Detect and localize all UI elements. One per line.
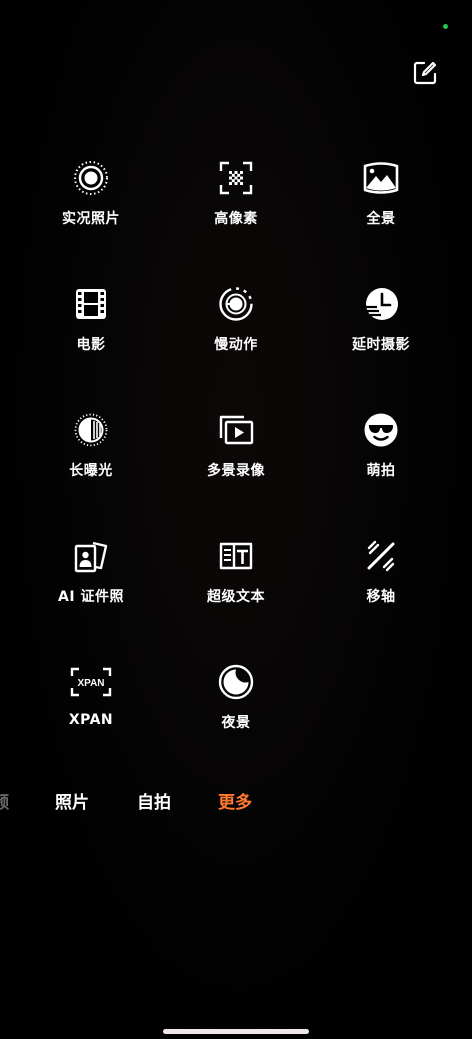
mode-xpan[interactable]: XPAN XPAN: [16, 662, 166, 762]
mode-label: XPAN: [68, 712, 114, 728]
high-resolution-icon: [216, 158, 256, 198]
mode-night[interactable]: 夜景: [161, 662, 311, 762]
night-mode-icon: [216, 662, 256, 702]
xpan-icon: XPAN: [69, 662, 113, 702]
mode-panorama[interactable]: 全景: [306, 158, 456, 258]
tab-photo[interactable]: 照片: [55, 788, 89, 813]
document-text-icon: [216, 536, 256, 576]
mode-label: 夜景: [221, 715, 251, 731]
home-indicator[interactable]: [163, 1029, 309, 1034]
mode-live-photo[interactable]: 实况照片: [16, 158, 166, 258]
camera-mode-tabs: 频 照片 自拍 更多: [0, 788, 472, 818]
mode-movie[interactable]: 电影: [16, 284, 166, 384]
mode-label: AI 证件照: [58, 589, 124, 605]
mode-long-exposure[interactable]: 长曝光: [16, 410, 166, 510]
mode-label: 萌拍: [366, 463, 396, 479]
tab-more[interactable]: 更多: [218, 788, 252, 813]
privacy-indicator-dot: [443, 24, 448, 29]
mode-multi-view[interactable]: 多景录像: [161, 410, 311, 510]
tab-selfie[interactable]: 自拍: [137, 788, 171, 813]
mode-label: 慢动作: [214, 337, 258, 353]
long-exposure-icon: [71, 410, 111, 450]
mode-label: 高像素: [214, 211, 258, 227]
edit-icon: [413, 61, 437, 85]
multi-view-video-icon: [216, 410, 256, 450]
mode-slow-motion[interactable]: 慢动作: [161, 284, 311, 384]
slow-motion-icon: [216, 284, 256, 324]
panorama-icon: [361, 158, 401, 198]
mode-high-res[interactable]: 高像素: [161, 158, 311, 258]
mode-label: 实况照片: [62, 211, 120, 227]
mode-label: 延时摄影: [352, 337, 410, 353]
id-photo-icon: [71, 536, 111, 576]
mode-cute[interactable]: 萌拍: [306, 410, 456, 510]
live-photo-icon: [71, 158, 111, 198]
mode-id-photo[interactable]: AI 证件照: [16, 536, 166, 636]
mode-time-lapse[interactable]: 延时摄影: [306, 284, 456, 384]
mode-label: 全景: [366, 211, 396, 227]
mode-label: 长曝光: [69, 463, 113, 479]
mode-label: 超级文本: [207, 589, 265, 605]
mode-label: 多景录像: [207, 463, 265, 479]
sunglasses-face-icon: [361, 410, 401, 450]
tab-video-partial[interactable]: 频: [0, 788, 9, 813]
edit-button[interactable]: [410, 58, 440, 88]
mode-label: 移轴: [366, 589, 396, 605]
mode-label: 电影: [76, 337, 106, 353]
tilt-shift-icon: [361, 536, 401, 576]
time-lapse-icon: [361, 284, 401, 324]
xpan-icon-text: XPAN: [77, 678, 104, 689]
mode-tilt-shift[interactable]: 移轴: [306, 536, 456, 636]
mode-super-text[interactable]: 超级文本: [161, 536, 311, 636]
film-icon: [71, 284, 111, 324]
